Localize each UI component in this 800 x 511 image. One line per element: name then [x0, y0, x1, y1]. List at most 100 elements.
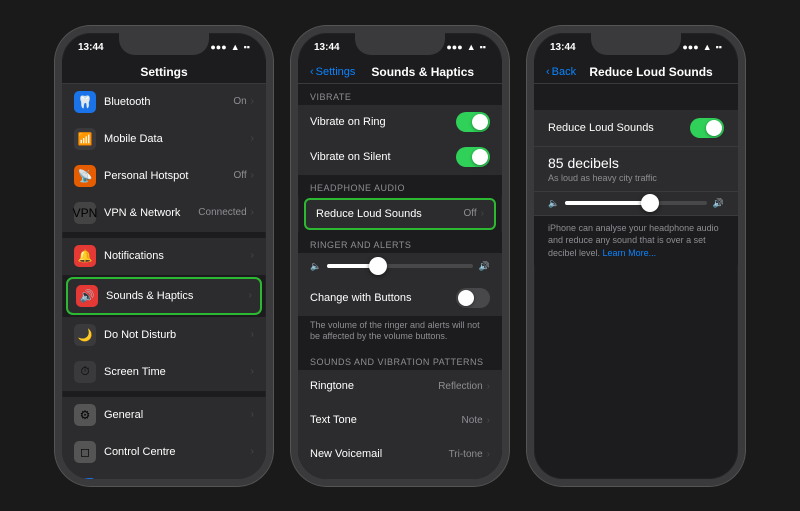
list-item[interactable]: VPN VPN & Network Connected ›	[62, 195, 266, 232]
new-voicemail-item[interactable]: New Voicemail Tri-tone ›	[298, 438, 502, 472]
chevron-icon: ›	[251, 250, 254, 261]
status-icons-3: ●●● ▲ ▪▪	[682, 42, 722, 52]
settings-screen: Settings 🦷 Bluetooth On › 📶 Mobile Data …	[62, 59, 266, 479]
list-item[interactable]: 🌙 Do Not Disturb ›	[62, 317, 266, 354]
time-3: 13:44	[550, 42, 576, 53]
learn-more-link[interactable]: Learn More...	[603, 248, 657, 258]
rls-toggle-item[interactable]: Reduce Loud Sounds	[534, 110, 738, 147]
notch-3	[591, 33, 681, 55]
sounds-haptics-item[interactable]: 🔊 Sounds & Haptics ›	[66, 277, 262, 315]
chevron-icon: ›	[251, 207, 254, 218]
sounds-back-button[interactable]: ‹ Settings	[310, 66, 355, 78]
list-item[interactable]: 🔔 Notifications ›	[62, 238, 266, 275]
list-item[interactable]: 📡 Personal Hotspot Off ›	[62, 158, 266, 195]
ringer-section-header: RINGER AND ALERTS	[298, 232, 502, 253]
rls-back-button[interactable]: ‹ Back	[546, 66, 576, 78]
ringer-slider[interactable]	[327, 264, 473, 268]
vol-high-icon: 🔊	[713, 198, 724, 209]
dnd-icon: 🌙	[74, 324, 96, 346]
vibrate-ring-item[interactable]: Vibrate on Ring	[298, 105, 502, 140]
general-icon: ⚙	[74, 404, 96, 426]
dnd-label: Do Not Disturb	[104, 329, 251, 341]
chevron-icon: ›	[251, 446, 254, 457]
reduce-loud-item[interactable]: Reduce Loud Sounds Off ›	[304, 198, 496, 230]
wifi-icon: ▲	[703, 42, 712, 52]
vibrate-ring-toggle[interactable]	[456, 112, 490, 132]
rls-section-header	[534, 84, 738, 110]
phone-2: 13:44 ●●● ▲ ▪▪ ‹ Settings Sounds & Hapti…	[291, 26, 509, 486]
rls-label: Reduce Loud Sounds	[548, 122, 690, 134]
new-voicemail-label: New Voicemail	[310, 448, 449, 460]
new-mail-item[interactable]: New Mail None ›	[298, 472, 502, 479]
list-item[interactable]: ⚙ General ›	[62, 397, 266, 434]
text-tone-item[interactable]: Text Tone Note ›	[298, 404, 502, 438]
rls-slider[interactable]	[565, 201, 707, 205]
settings-title: Settings	[74, 65, 254, 79]
hotspot-icon: 📡	[74, 165, 96, 187]
vibrate-silent-item[interactable]: Vibrate on Silent	[298, 140, 502, 175]
sounds-screen: ‹ Settings Sounds & Haptics VIBRATE Vibr…	[298, 59, 502, 479]
rls-slider-row: 🔈 🔊	[534, 192, 738, 216]
list-item[interactable]: 📶 Mobile Data ›	[62, 121, 266, 158]
hotspot-label: Personal Hotspot	[104, 170, 234, 182]
toggle-knob	[472, 114, 488, 130]
chevron-icon: ›	[249, 290, 252, 301]
db-value: 85 decibels	[548, 155, 724, 171]
new-voicemail-value: Tri-tone	[449, 449, 483, 460]
toggle-knob	[706, 120, 722, 136]
chevron-icon: ›	[251, 409, 254, 420]
vibrate-silent-toggle[interactable]	[456, 147, 490, 167]
rls-toggle[interactable]	[690, 118, 724, 138]
notifications-label: Notifications	[104, 250, 251, 262]
list-item[interactable]: AA Display & Brightness ›	[62, 471, 266, 479]
slider-thumb	[369, 257, 387, 275]
db-section: 85 decibels As loud as heavy city traffi…	[534, 147, 738, 192]
chevron-icon: ›	[251, 366, 254, 377]
toggle-knob	[472, 149, 488, 165]
patterns-section-header: SOUNDS AND VIBRATION PATTERNS	[298, 349, 502, 370]
phone-1: 13:44 ●●● ▲ ▪▪ Settings 🦷 Bluetooth On ›…	[55, 26, 273, 486]
notch-1	[119, 33, 209, 55]
chevron-icon: ›	[251, 329, 254, 340]
sounds-title: Sounds & Haptics	[355, 65, 490, 79]
ringer-slider-row: 🔈 🔊	[298, 253, 502, 281]
ringtone-label: Ringtone	[310, 380, 438, 392]
rls-title: Reduce Loud Sounds	[576, 65, 726, 79]
wifi-icon: ▲	[467, 42, 476, 52]
chevron-icon: ›	[251, 133, 254, 144]
display-icon: AA	[74, 478, 96, 479]
slider-fill	[565, 201, 650, 205]
db-sub: As loud as heavy city traffic	[548, 173, 724, 183]
rls-nav: ‹ Back Reduce Loud Sounds	[534, 59, 738, 84]
mobile-data-icon: 📶	[74, 128, 96, 150]
battery-icon: ▪▪	[716, 42, 722, 52]
settings-nav: Settings	[62, 59, 266, 84]
slider-thumb	[641, 194, 659, 212]
signal-icon: ●●●	[446, 42, 462, 52]
signal-icon: ●●●	[210, 42, 226, 52]
status-icons-2: ●●● ▲ ▪▪	[446, 42, 486, 52]
vol-low-icon: 🔈	[548, 198, 559, 209]
change-buttons-desc: The volume of the ringer and alerts will…	[298, 316, 502, 349]
change-buttons-label: Change with Buttons	[310, 292, 456, 304]
notch-2	[355, 33, 445, 55]
chevron-icon: ›	[487, 449, 490, 460]
vibrate-silent-label: Vibrate on Silent	[310, 151, 456, 163]
ringtone-item[interactable]: Ringtone Reflection ›	[298, 370, 502, 404]
list-item[interactable]: 🦷 Bluetooth On ›	[62, 84, 266, 121]
text-tone-label: Text Tone	[310, 414, 462, 426]
headphone-section-header: HEADPHONE AUDIO	[298, 175, 502, 196]
phone-3: 13:44 ●●● ▲ ▪▪ ‹ Back Reduce Loud Sounds…	[527, 26, 745, 486]
change-buttons-item[interactable]: Change with Buttons	[298, 281, 502, 316]
hotspot-value: Off	[234, 170, 247, 181]
vpn-value: Connected	[198, 207, 246, 218]
list-item[interactable]: ⏱ Screen Time ›	[62, 354, 266, 391]
mobile-data-label: Mobile Data	[104, 133, 251, 145]
chevron-icon: ›	[487, 381, 490, 392]
back-label: Settings	[316, 66, 356, 78]
chevron-icon: ›	[251, 96, 254, 107]
change-buttons-toggle[interactable]	[456, 288, 490, 308]
signal-icon: ●●●	[682, 42, 698, 52]
list-item[interactable]: ◻ Control Centre ›	[62, 434, 266, 471]
toggle-knob	[458, 290, 474, 306]
